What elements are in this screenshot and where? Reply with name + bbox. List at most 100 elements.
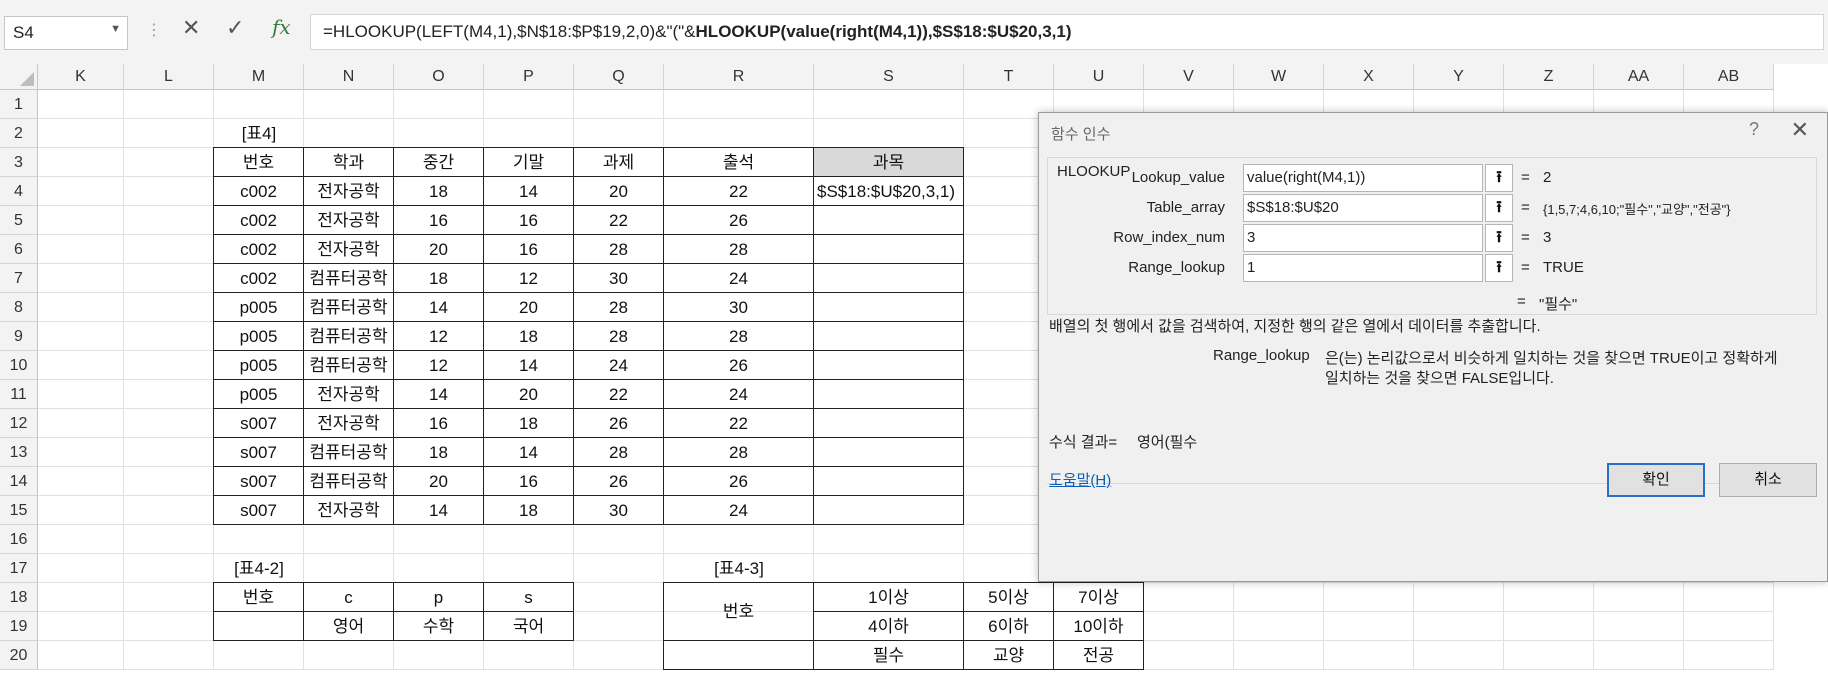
arg-input-table-array[interactable]: $S$18:$U$20: [1243, 194, 1483, 222]
table-cell[interactable]: c002: [213, 263, 304, 293]
row-header-2[interactable]: 2: [0, 119, 38, 148]
table-cell[interactable]: 16: [393, 408, 484, 438]
table-cell[interactable]: 24: [573, 350, 664, 380]
table-cell[interactable]: 16: [393, 205, 484, 235]
row-header-12[interactable]: 12: [0, 409, 38, 438]
active-cell-s4[interactable]: $S$18:$U$20,3,1): [813, 176, 964, 206]
column-header-x[interactable]: X: [1324, 64, 1414, 90]
table-cell[interactable]: s: [483, 582, 574, 612]
table-cell[interactable]: 5이상: [963, 582, 1054, 612]
table-cell[interactable]: 14: [483, 176, 574, 206]
table-cell[interactable]: 18: [393, 263, 484, 293]
collapse-dialog-icon[interactable]: ⭱: [1485, 224, 1513, 252]
table-cell[interactable]: 28: [663, 234, 814, 264]
column-header-r[interactable]: R: [664, 64, 814, 90]
table-cell[interactable]: 1이상: [813, 582, 964, 612]
column-header-ab[interactable]: AB: [1684, 64, 1774, 90]
table-cell[interactable]: 12: [393, 350, 484, 380]
column-header-s[interactable]: S: [814, 64, 964, 90]
table-cell[interactable]: p005: [213, 350, 304, 380]
column-header-q[interactable]: Q: [574, 64, 664, 90]
row-header-20[interactable]: 20: [0, 641, 38, 670]
table-cell[interactable]: [813, 437, 964, 467]
table-cell[interactable]: [813, 379, 964, 409]
row-header-6[interactable]: 6: [0, 235, 38, 264]
table-cell[interactable]: 10이하: [1053, 611, 1144, 641]
table-cell[interactable]: c002: [213, 176, 304, 206]
table-cell[interactable]: [813, 466, 964, 496]
row-header-13[interactable]: 13: [0, 438, 38, 467]
table-header-cell[interactable]: 번호: [213, 147, 304, 177]
column-header-l[interactable]: L: [124, 64, 214, 90]
row-header-4[interactable]: 4: [0, 177, 38, 206]
table-cell[interactable]: 20: [483, 379, 574, 409]
arg-input-range-lookup[interactable]: 1: [1243, 254, 1483, 282]
column-header-y[interactable]: Y: [1414, 64, 1504, 90]
table-cell[interactable]: 22: [573, 205, 664, 235]
table-cell[interactable]: 수학: [393, 611, 484, 641]
close-icon[interactable]: ✕: [1791, 117, 1809, 143]
table-label[interactable]: [표4-2]: [214, 554, 304, 583]
table-cell[interactable]: p005: [213, 321, 304, 351]
table-cell[interactable]: 전자공학: [303, 408, 394, 438]
table-cell[interactable]: 14: [393, 292, 484, 322]
table-header-cell[interactable]: 과제: [573, 147, 664, 177]
column-header-z[interactable]: Z: [1504, 64, 1594, 90]
row-header-7[interactable]: 7: [0, 264, 38, 293]
table-cell[interactable]: 26: [663, 350, 814, 380]
table-cell[interactable]: 26: [573, 408, 664, 438]
table-cell[interactable]: 컴퓨터공학: [303, 263, 394, 293]
column-header-w[interactable]: W: [1234, 64, 1324, 90]
row-header-18[interactable]: 18: [0, 583, 38, 612]
table-cell[interactable]: 14: [393, 379, 484, 409]
column-header-o[interactable]: O: [394, 64, 484, 90]
row-header-5[interactable]: 5: [0, 206, 38, 235]
table-cell[interactable]: p005: [213, 292, 304, 322]
table-cell[interactable]: 24: [663, 263, 814, 293]
table-header-cell[interactable]: 출석: [663, 147, 814, 177]
table-header-cell[interactable]: 중간: [393, 147, 484, 177]
table-cell[interactable]: [813, 205, 964, 235]
table-cell[interactable]: 전자공학: [303, 205, 394, 235]
table-cell[interactable]: [813, 234, 964, 264]
table-cell[interactable]: 28: [573, 292, 664, 322]
table-label[interactable]: [표4]: [214, 119, 304, 148]
table-cell[interactable]: 영어: [303, 611, 394, 641]
table-cell[interactable]: 6이하: [963, 611, 1054, 641]
row-header-1[interactable]: 1: [0, 90, 38, 119]
table-cell[interactable]: [813, 350, 964, 380]
row-header-8[interactable]: 8: [0, 293, 38, 322]
collapse-dialog-icon[interactable]: ⭱: [1485, 164, 1513, 192]
column-header-t[interactable]: T: [964, 64, 1054, 90]
table-cell[interactable]: [813, 292, 964, 322]
table-cell[interactable]: 컴퓨터공학: [303, 350, 394, 380]
table-cell[interactable]: 7이상: [1053, 582, 1144, 612]
collapse-dialog-icon[interactable]: ⭱: [1485, 194, 1513, 222]
column-header-v[interactable]: V: [1144, 64, 1234, 90]
table-cell[interactable]: 전자공학: [303, 234, 394, 264]
arg-input-row-index-num[interactable]: 3: [1243, 224, 1483, 252]
arg-input-lookup-value[interactable]: value(right(M4,1)): [1243, 164, 1483, 192]
table-cell[interactable]: 18: [483, 408, 574, 438]
column-header-m[interactable]: M: [214, 64, 304, 90]
table-cell[interactable]: [813, 408, 964, 438]
table-cell[interactable]: 20: [483, 292, 574, 322]
table-cell[interactable]: [663, 640, 814, 670]
cancel-button[interactable]: 취소: [1719, 463, 1817, 497]
table-header-cell[interactable]: 학과: [303, 147, 394, 177]
table-cell[interactable]: 22: [663, 408, 814, 438]
table-cell[interactable]: s007: [213, 495, 304, 525]
table-cell[interactable]: 14: [483, 437, 574, 467]
table-header-cell[interactable]: 기말: [483, 147, 574, 177]
table-cell[interactable]: 20: [393, 234, 484, 264]
table-header-cell[interactable]: 번호: [663, 582, 814, 641]
column-header-aa[interactable]: AA: [1594, 64, 1684, 90]
table-header-cell[interactable]: 과목: [813, 147, 964, 177]
help-question-icon[interactable]: ?: [1749, 119, 1759, 140]
table-cell[interactable]: 16: [483, 466, 574, 496]
table-cell[interactable]: p: [393, 582, 484, 612]
enter-formula-icon[interactable]: ✓: [226, 15, 244, 41]
table-cell[interactable]: 22: [573, 379, 664, 409]
table-cell[interactable]: 12: [393, 321, 484, 351]
table-cell[interactable]: 전자공학: [303, 379, 394, 409]
